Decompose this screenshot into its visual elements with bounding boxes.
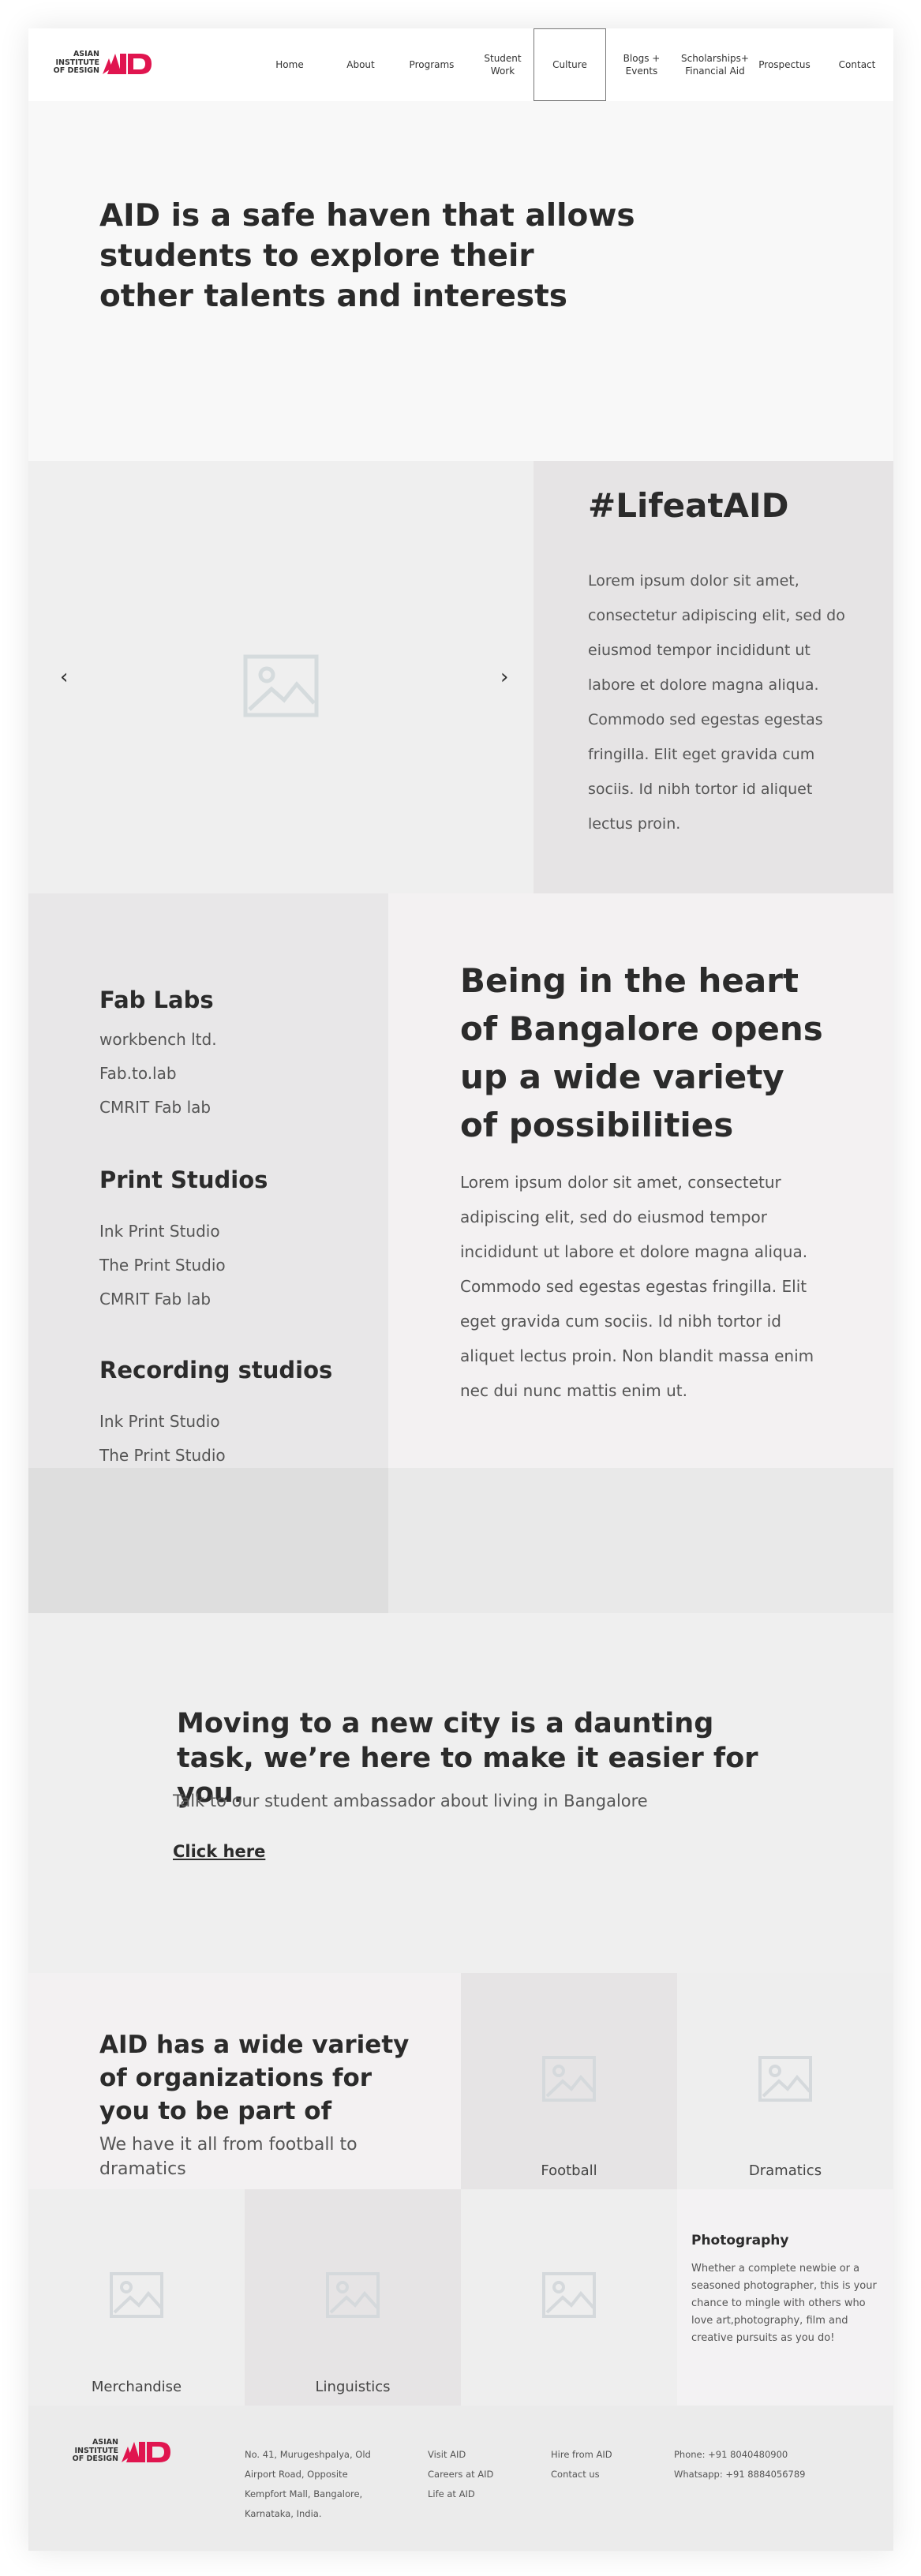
image-placeholder-icon — [243, 654, 319, 717]
nav-about[interactable]: About — [325, 28, 396, 101]
ambassador-subtext: Talk to our student ambassador about liv… — [173, 1792, 648, 1810]
logo-mark-icon — [122, 2442, 170, 2462]
chevron-right-icon[interactable]: › — [500, 667, 508, 687]
org-tile-football[interactable]: Football — [461, 1973, 677, 2189]
list-item: The Print Studio — [99, 1446, 226, 1465]
bangalore-heading: Being in the heart of Bangalore opens up… — [460, 961, 823, 1144]
image-placeholder-icon — [542, 2056, 596, 2102]
photography-body: Whether a complete newbie or a seasoned … — [691, 2263, 877, 2344]
bangalore-body: Lorem ipsum dolor sit amet, consectetur … — [460, 1173, 814, 1400]
list-item: Ink Print Studio — [99, 1412, 220, 1431]
footer-phone[interactable]: Phone: +91 8040480900 — [674, 2445, 805, 2465]
page: ASIAN INSTITUTE OF DESIGN Home About Pro… — [28, 28, 893, 2551]
hero-section: AID is a safe haven that allows students… — [28, 101, 893, 461]
nav-home[interactable]: Home — [254, 28, 325, 101]
image-placeholder-icon — [542, 2272, 596, 2318]
footer-link-hire[interactable]: Hire from AID — [551, 2445, 612, 2465]
site-header: ASIAN INSTITUTE OF DESIGN Home About Pro… — [28, 28, 893, 101]
image-carousel[interactable]: ‹ › — [28, 461, 534, 893]
image-placeholder-icon — [326, 2272, 380, 2318]
life-body: Lorem ipsum dolor sit amet, consectetur … — [588, 572, 845, 833]
footer-whatsapp[interactable]: Whatsapp: +91 8884056789 — [674, 2465, 805, 2484]
org-tile-linguistics[interactable]: Linguistics — [245, 2189, 461, 2406]
print-studios-heading: Print Studios — [99, 1166, 268, 1193]
tile-label: Dramatics — [748, 2162, 822, 2179]
list-item: Ink Print Studio — [99, 1222, 220, 1241]
list-item: workbench ltd. — [99, 1030, 217, 1049]
footer-link-contact[interactable]: Contact us — [551, 2465, 612, 2484]
list-item: Fab.to.lab — [99, 1064, 177, 1083]
site-footer: ASIAN INSTITUTE OF DESIGN No. 41, Muruge… — [28, 2406, 893, 2551]
fab-labs-heading: Fab Labs — [99, 987, 214, 1013]
click-here-link[interactable]: Click here — [173, 1840, 265, 1863]
footer-link-life[interactable]: Life at AID — [428, 2484, 493, 2504]
logo-text: ASIAN INSTITUTE OF DESIGN — [72, 2438, 118, 2463]
footer-links-b: Hire from AID Contact us — [551, 2445, 612, 2484]
nav-blogs-events[interactable]: Blogs + Events — [606, 28, 677, 101]
footer-links-a: Visit AID Careers at AID Life at AID — [428, 2445, 493, 2504]
tile-label: Merchandise — [91, 2379, 182, 2395]
org-tile[interactable] — [461, 2189, 677, 2406]
spacer-block — [28, 1468, 388, 1613]
life-heading: #LifeatAID — [588, 486, 789, 525]
nav-scholarships[interactable]: Scholarships+ Financial Aid — [677, 28, 753, 101]
org-tile-merchandise[interactable]: Merchandise — [28, 2189, 245, 2406]
tile-label: Linguistics — [315, 2379, 391, 2395]
org-tile-photography[interactable]: Photography Whether a complete newbie or… — [677, 2189, 893, 2406]
org-tile-dramatics[interactable]: Dramatics — [677, 1973, 893, 2189]
image-placeholder-icon — [110, 2272, 163, 2318]
nav-contact[interactable]: Contact — [826, 28, 889, 101]
nav-programs[interactable]: Programs — [396, 28, 467, 101]
life-at-aid-panel: #LifeatAID Lorem ipsum dolor sit amet, c… — [534, 461, 893, 893]
hero-title: AID is a safe haven that allows students… — [99, 198, 635, 314]
tile-label: Football — [541, 2162, 597, 2179]
footer-contact: Phone: +91 8040480900 Whatsapp: +91 8884… — [674, 2445, 805, 2484]
nav-prospectus[interactable]: Prospectus — [753, 28, 816, 101]
facilities-panel: Fab Labs workbench ltd. Fab.to.lab CMRIT… — [28, 893, 388, 1468]
list-item: CMRIT Fab lab — [99, 1098, 212, 1117]
nav-culture[interactable]: Culture — [534, 28, 606, 101]
organizations-heading: AID has a wide variety of organizations … — [99, 2031, 410, 2125]
list-item: The Print Studio — [99, 1256, 226, 1275]
organizations-subtext: We have it all from football to dramatic… — [99, 2135, 358, 2179]
footer-address: No. 41, Murugeshpalya, Old Airport Road,… — [245, 2449, 371, 2519]
organizations-intro: AID has a wide variety of organizations … — [28, 1973, 461, 2189]
logo-text: ASIAN INSTITUTE OF DESIGN — [53, 50, 99, 75]
footer-logo[interactable]: ASIAN INSTITUTE OF DESIGN — [71, 2438, 174, 2467]
spacer-block — [388, 1468, 893, 1613]
nav-student-work[interactable]: Student Work — [467, 28, 538, 101]
logo-mark-icon — [103, 54, 152, 74]
photography-title: Photography — [691, 2233, 789, 2248]
footer-link-careers[interactable]: Careers at AID — [428, 2465, 493, 2484]
footer-link-visit[interactable]: Visit AID — [428, 2445, 493, 2465]
logo[interactable]: ASIAN INSTITUTE OF DESIGN — [52, 50, 155, 79]
bangalore-panel: Being in the heart of Bangalore opens up… — [388, 893, 893, 1468]
list-item: CMRIT Fab lab — [99, 1290, 212, 1309]
image-placeholder-icon — [758, 2056, 812, 2102]
chevron-left-icon[interactable]: ‹ — [60, 667, 68, 687]
ambassador-section: Moving to a new city is a daunting task,… — [28, 1613, 893, 1973]
recording-studios-heading: Recording studios — [99, 1357, 333, 1383]
